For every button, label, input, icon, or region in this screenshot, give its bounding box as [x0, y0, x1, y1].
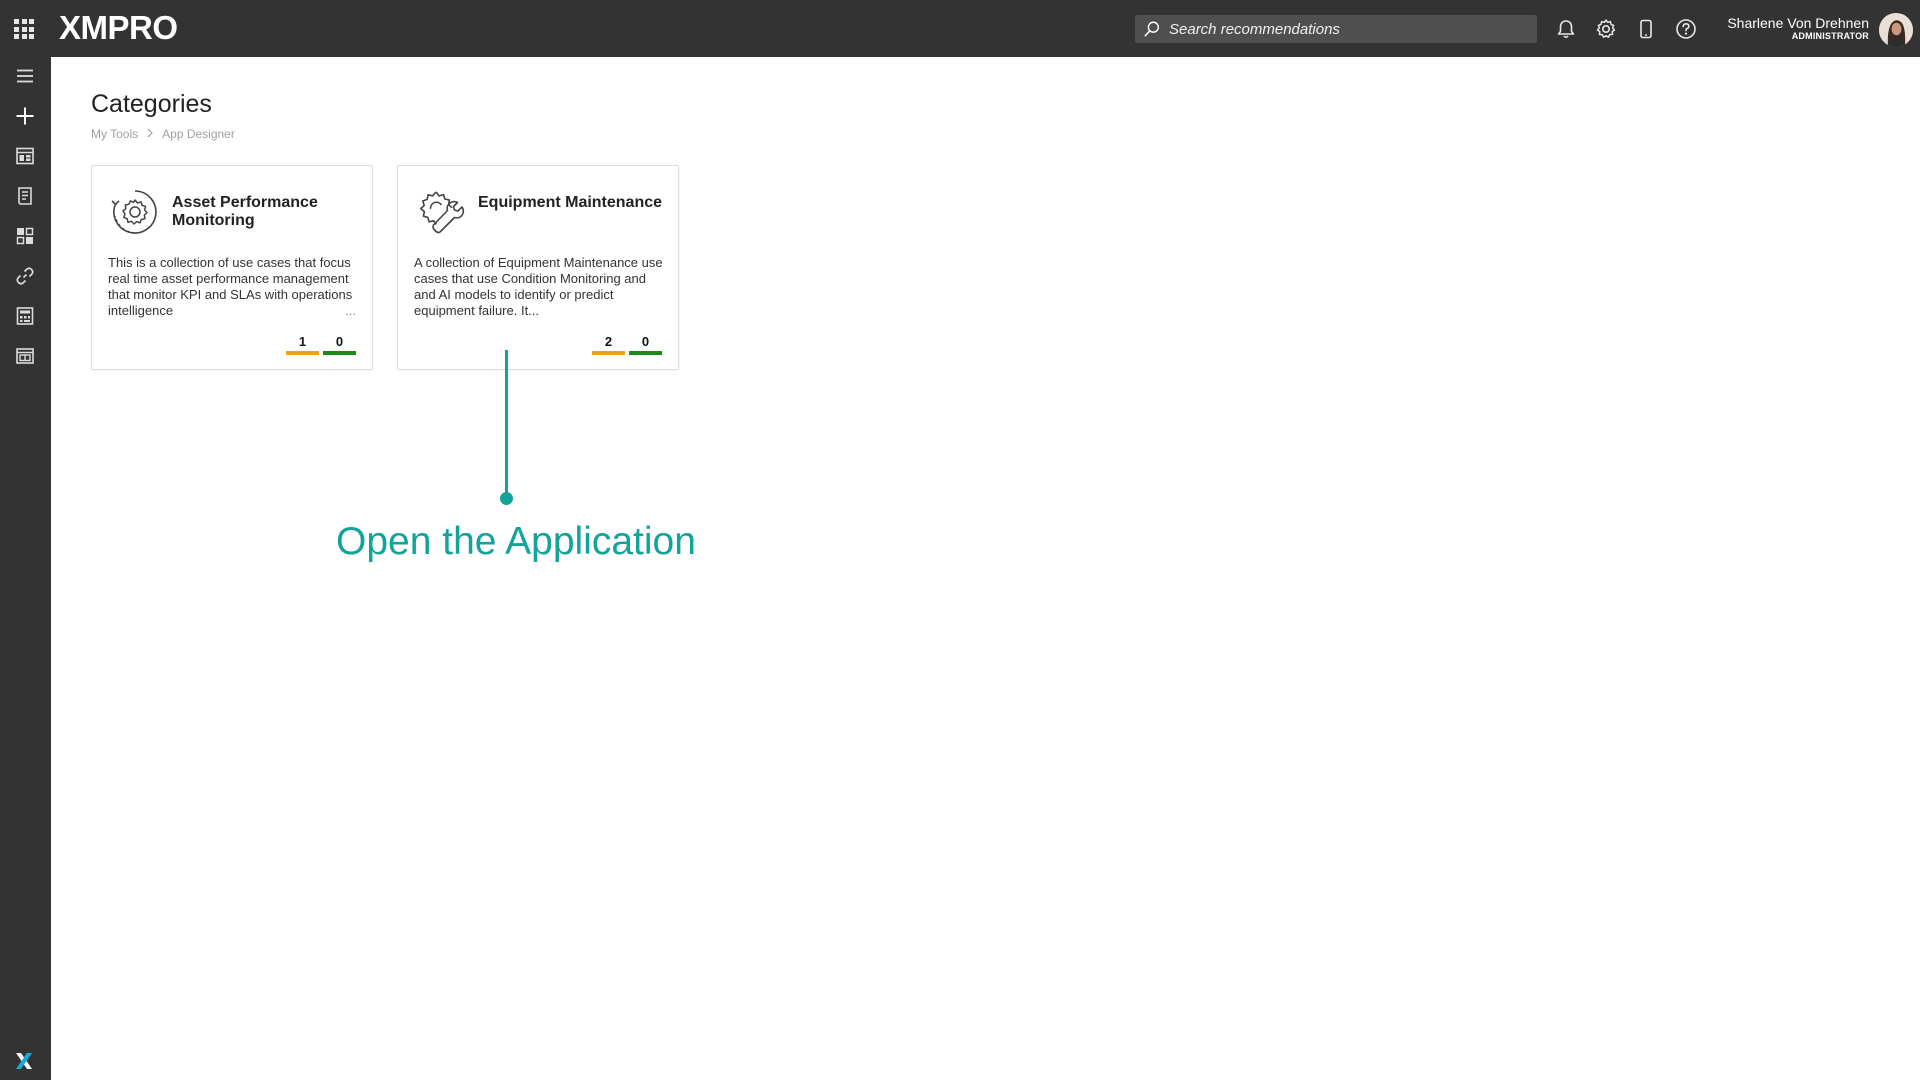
- document-icon[interactable]: [12, 183, 38, 209]
- avatar[interactable]: [1879, 13, 1913, 47]
- search-icon: [1144, 21, 1160, 37]
- counter-value: 2: [604, 334, 613, 349]
- counter-green: 0: [629, 335, 662, 355]
- search-input[interactable]: [1161, 15, 1537, 43]
- user-name: Sharlene Von Drehnen: [1727, 15, 1869, 31]
- search-bar[interactable]: [1135, 15, 1537, 43]
- sidebar: [0, 57, 51, 1080]
- breadcrumb-my-tools[interactable]: My Tools: [91, 127, 138, 141]
- widgets-icon[interactable]: [12, 223, 38, 249]
- annotation-text: Open the Application: [336, 520, 696, 563]
- annotation-line: [505, 350, 508, 498]
- counter-value: 0: [335, 334, 344, 349]
- card-counters: 1 0: [286, 335, 356, 355]
- x-logo-icon[interactable]: [13, 1050, 35, 1072]
- xmpro-logo[interactable]: XMPRO: [59, 11, 178, 45]
- category-card-equipment-maintenance[interactable]: Equipment Maintenance A collection of Eq…: [397, 165, 679, 370]
- chevron-right-icon: [146, 127, 154, 141]
- user-role: ADMINISTRATOR: [1791, 31, 1869, 41]
- counter-bar-orange: [592, 351, 625, 355]
- apps-grid-icon[interactable]: [14, 19, 34, 39]
- gear-icon[interactable]: [1593, 16, 1619, 42]
- top-bar: XMPRO Sharlene Von Drehne: [0, 0, 1920, 57]
- card-counters: 2 0: [592, 335, 662, 355]
- logo-text: XMPRO: [59, 9, 178, 46]
- page-title: Categories: [91, 90, 212, 118]
- dashboard-icon[interactable]: [12, 143, 38, 169]
- counter-value: 1: [298, 334, 307, 349]
- user-info[interactable]: Sharlene Von Drehnen ADMINISTRATOR: [1727, 15, 1869, 42]
- counter-orange: 2: [592, 335, 625, 355]
- card-description: This is a collection of use cases that f…: [108, 255, 353, 318]
- gear-wrench-icon: [420, 191, 465, 234]
- category-card-asset-performance[interactable]: Asset Performance Monitoring This is a c…: [91, 165, 373, 370]
- counter-bar-orange: [286, 351, 319, 355]
- menu-icon[interactable]: [12, 63, 38, 89]
- layout-icon[interactable]: [12, 343, 38, 369]
- card-description: A collection of Equipment Maintenance us…: [414, 255, 663, 318]
- counter-value: 0: [641, 334, 650, 349]
- counter-bar-green: [323, 351, 356, 355]
- link-icon[interactable]: [12, 263, 38, 289]
- card-ellipsis: ...: [342, 303, 356, 318]
- breadcrumb: My Tools App Designer: [91, 127, 235, 141]
- counter-green: 0: [323, 335, 356, 355]
- gear-cycle-icon: [111, 190, 157, 234]
- annotation-dot: [500, 492, 513, 505]
- calculator-icon[interactable]: [12, 303, 38, 329]
- help-icon[interactable]: [1673, 16, 1699, 42]
- breadcrumb-app-designer[interactable]: App Designer: [162, 127, 235, 141]
- card-title: Equipment Maintenance: [478, 194, 663, 211]
- add-icon[interactable]: [12, 103, 38, 129]
- bell-icon[interactable]: [1553, 16, 1579, 42]
- counter-orange: 1: [286, 335, 319, 355]
- mobile-icon[interactable]: [1633, 16, 1659, 42]
- counter-bar-green: [629, 351, 662, 355]
- card-title: Asset Performance Monitoring: [172, 194, 318, 229]
